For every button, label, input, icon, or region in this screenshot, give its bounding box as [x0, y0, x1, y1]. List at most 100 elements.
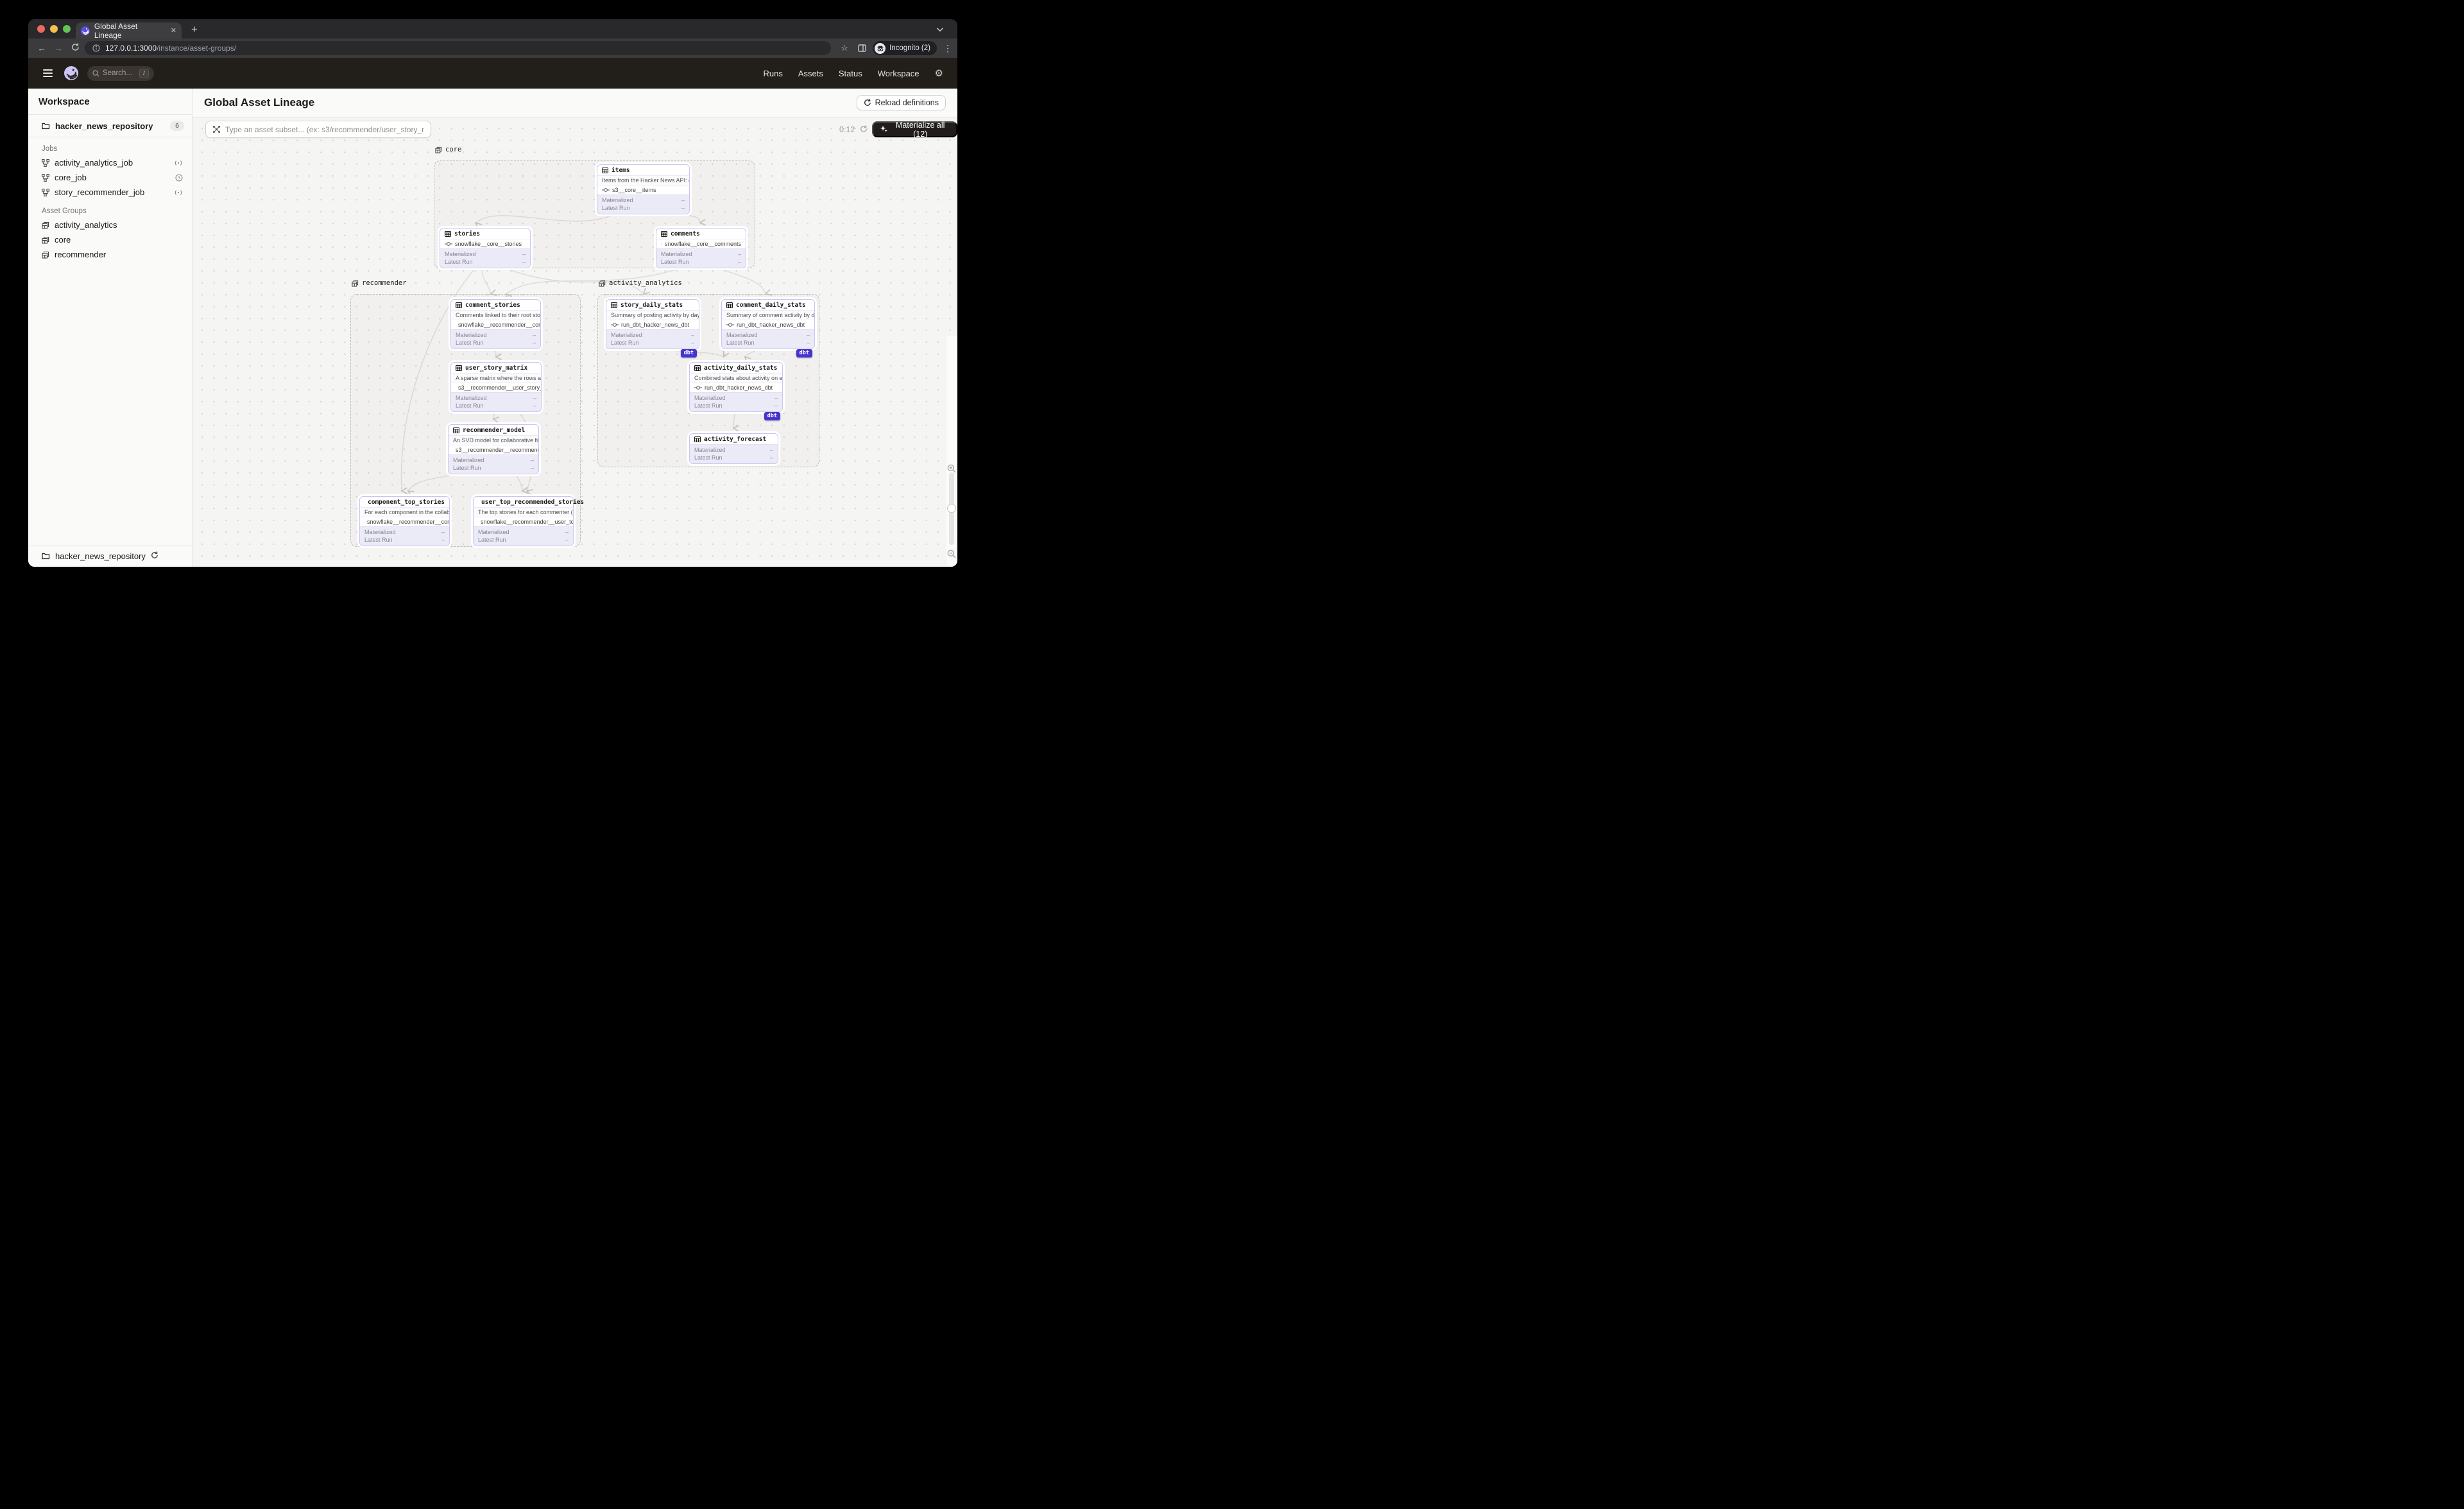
tab-list-chevron-icon[interactable]: [937, 26, 943, 33]
forward-button[interactable]: →: [51, 43, 65, 53]
asset-node-comment-daily-stats[interactable]: comment_daily_stats Summary of comment a…: [721, 299, 815, 358]
zoom-slider[interactable]: [947, 472, 956, 545]
dagster-favicon: [81, 26, 90, 35]
refresh-timer: 0:12: [839, 125, 855, 134]
minimize-window-button[interactable]: [50, 25, 58, 33]
dbt-badge: dbt: [796, 349, 812, 358]
sidebar-item-core-job[interactable]: core_job: [28, 170, 192, 185]
group-label-recommender[interactable]: recommender: [352, 279, 407, 287]
asset-node-component-top-stories[interactable]: component_top_stories For each component…: [359, 496, 450, 546]
asset-node-story-daily-stats[interactable]: story_daily_stats Summary of posting act…: [606, 299, 699, 358]
search-icon: [92, 69, 99, 77]
sensor-icon: [174, 160, 183, 166]
page-title: Global Asset Lineage: [204, 96, 315, 108]
sidebar-item-core[interactable]: core: [28, 232, 192, 247]
zoom-out-button[interactable]: [947, 549, 956, 562]
browser-tab[interactable]: Global Asset Lineage ✕: [76, 21, 182, 40]
asset-description: Summary of posting activity by day: [606, 310, 699, 320]
sidebar-item-activity-analytics[interactable]: activity_analytics: [28, 218, 192, 232]
back-button[interactable]: ←: [35, 43, 49, 53]
sidebar-footer-repository[interactable]: hacker_news_repository: [28, 546, 192, 567]
asset-node-activity-forecast[interactable]: activity_forecast Materialized – Latest R…: [689, 433, 778, 464]
search-input[interactable]: [103, 69, 136, 77]
asset-group-label: core: [55, 235, 71, 245]
refresh-icon[interactable]: [860, 125, 868, 136]
tab-title: Global Asset Lineage: [94, 21, 138, 40]
close-tab-icon[interactable]: ✕: [171, 26, 176, 35]
sidebar-repository[interactable]: hacker_news_repository 6: [28, 115, 192, 137]
browser-toolbar: ← → 127.0.0.1:3000/instance/asset-groups…: [28, 39, 957, 58]
close-window-button[interactable]: [37, 25, 45, 33]
asset-description: An SVD model for collaborative filtering…: [449, 435, 538, 445]
nav-workspace[interactable]: Workspace: [878, 69, 920, 78]
asset-node-comment-stories[interactable]: comment_stories Comments linked to their…: [450, 299, 541, 349]
profile-chip[interactable]: Incognito (2): [873, 41, 937, 55]
table-icon: [602, 168, 608, 173]
nav-status[interactable]: Status: [839, 69, 862, 78]
site-info-icon[interactable]: [92, 44, 100, 52]
group-label-activity-analytics[interactable]: activity_analytics: [599, 279, 682, 287]
job-label: activity_analytics_job: [55, 158, 133, 168]
nav-runs[interactable]: Runs: [764, 69, 783, 78]
asset-filter[interactable]: [205, 121, 431, 138]
asset-description: Comments linked to their root stories.: [451, 310, 540, 320]
job-icon: [42, 159, 49, 167]
materialize-all-label: Materialize all (12): [895, 120, 945, 139]
asset-node-stories[interactable]: stories snowflake__core__stories Materia…: [440, 228, 531, 268]
asset-group-icon: [352, 280, 359, 287]
sensor-icon: [174, 189, 183, 196]
side-panel-icon[interactable]: [858, 44, 866, 52]
asset-group-label: activity_analytics: [55, 220, 117, 230]
zoom-slider-handle[interactable]: [947, 504, 956, 513]
asset-node-recommender-model[interactable]: recommender_model An SVD model for colla…: [448, 424, 539, 474]
asset-node-user-top-recommended-stories[interactable]: user_top_recommended_stories The top sto…: [473, 496, 584, 546]
asset-node-items[interactable]: items Items from the Hacker News API: ea…: [597, 164, 690, 214]
desktop: Global Asset Lineage ✕ + ← → 127.0.0.1:3…: [0, 0, 986, 603]
asset-description: Summary of comment activity by day: [722, 310, 814, 320]
browser-menu-icon[interactable]: ⋮: [943, 43, 952, 54]
profile-label: Incognito (2): [889, 44, 930, 52]
table-icon: [694, 365, 701, 371]
dagster-logo[interactable]: [64, 66, 78, 80]
table-icon: [456, 365, 462, 371]
op-icon: [602, 188, 610, 192]
new-tab-button[interactable]: +: [186, 22, 203, 37]
address-bar[interactable]: 127.0.0.1:3000/instance/asset-groups/: [85, 41, 832, 55]
bookmark-star-icon[interactable]: ☆: [837, 43, 851, 53]
asset-node-activity-daily-stats[interactable]: activity_daily_stats Combined stats abou…: [689, 362, 783, 420]
materialize-all-button[interactable]: Materialize all (12): [872, 120, 957, 139]
group-label-core[interactable]: core: [435, 146, 461, 153]
asset-node-comments[interactable]: comments snowflake__core__comments Mater…: [656, 228, 746, 268]
global-search[interactable]: /: [87, 65, 154, 81]
job-icon: [42, 188, 49, 196]
settings-gear-icon[interactable]: ⚙: [935, 69, 943, 78]
search-shortcut-key: /: [139, 68, 149, 78]
menu-icon[interactable]: [33, 69, 62, 77]
reload-button[interactable]: [68, 43, 82, 53]
sidebar-item-story-recommender-job[interactable]: story_recommender_job: [28, 185, 192, 200]
zoom-window-button[interactable]: [63, 25, 71, 33]
traffic-lights[interactable]: [37, 25, 71, 33]
browser-tab-strip: Global Asset Lineage ✕ +: [28, 19, 957, 40]
table-icon: [694, 436, 701, 442]
app-header: / Runs Assets Status Workspace ⚙: [28, 58, 957, 89]
asset-graph-icon: [212, 125, 221, 134]
sidebar-item-recommender[interactable]: recommender: [28, 247, 192, 262]
url-host: 127.0.0.1:3000: [105, 44, 157, 53]
sidebar-item-activity-analytics-job[interactable]: activity_analytics_job: [28, 155, 192, 170]
reload-definitions-button[interactable]: Reload definitions: [856, 95, 946, 110]
asset-node-user-story-matrix[interactable]: user_story_matrix A sparse matrix where …: [450, 362, 542, 412]
asset-group-icon: [435, 146, 442, 153]
page-header: Global Asset Lineage Reload definitions: [193, 89, 957, 117]
asset-filter-input[interactable]: [225, 125, 424, 134]
clock-icon: [175, 173, 183, 182]
jobs-section-label: Jobs: [42, 145, 58, 153]
folder-icon: [42, 553, 50, 560]
dbt-badge: dbt: [764, 412, 780, 420]
nav-assets[interactable]: Assets: [798, 69, 823, 78]
table-icon: [453, 427, 459, 433]
asset-lineage-canvas[interactable]: core recommender activity_analytics item…: [193, 117, 957, 567]
reload-repository-icon[interactable]: [151, 551, 158, 561]
asset-description: Items from the Hacker News API: each is …: [597, 175, 689, 185]
app-body: Workspace hacker_news_repository 6 Jobs …: [28, 89, 957, 567]
